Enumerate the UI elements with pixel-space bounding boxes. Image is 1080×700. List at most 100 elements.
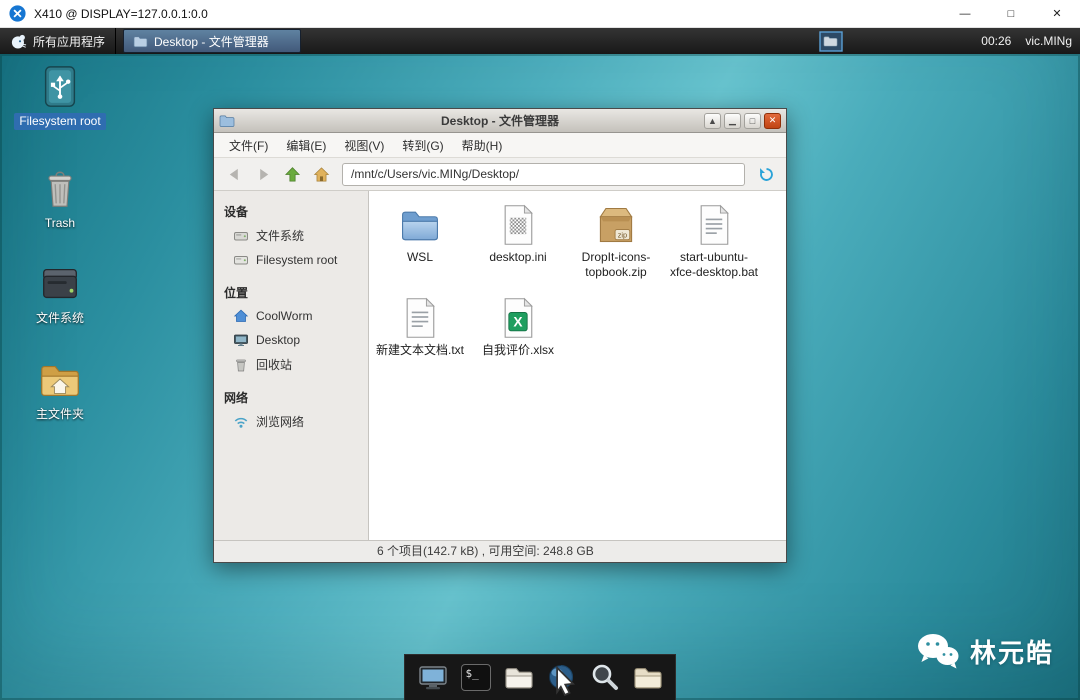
- file-item-desktop-ini[interactable]: desktop.ini: [469, 199, 567, 284]
- toolbar: [214, 158, 786, 191]
- file-item-start-bat[interactable]: start-ubuntu-xfce-desktop.bat: [665, 199, 763, 284]
- text-file-icon: [398, 296, 442, 340]
- home-icon: [233, 308, 249, 324]
- menu-file[interactable]: 文件(F): [220, 134, 277, 157]
- config-file-icon: [496, 203, 540, 247]
- terminal-icon: $_: [460, 664, 491, 691]
- back-button[interactable]: [221, 162, 247, 187]
- script-file-icon: [692, 203, 736, 247]
- desktop-icon-filesystem-root[interactable]: Filesystem root: [14, 64, 106, 130]
- spreadsheet-icon: X: [496, 296, 540, 340]
- xfce-top-panel: 所有应用程序 Desktop - 文件管理器 00:26 vic.MINg: [0, 28, 1080, 54]
- mouse-cursor-icon: [555, 665, 575, 696]
- zip-badge-text: zip: [618, 230, 627, 239]
- home-button[interactable]: [308, 162, 334, 187]
- wechat-icon: [916, 632, 960, 670]
- file-list[interactable]: WSL desktop.ini zip DropIt-icons-topbook…: [369, 191, 786, 540]
- x410-logo-icon: [9, 5, 26, 22]
- folder-icon: [504, 667, 533, 688]
- file-item-xlsx[interactable]: X 自我评价.xlsx: [469, 292, 567, 362]
- desktop-icon-home-folder[interactable]: 主文件夹: [14, 357, 106, 423]
- show-desktop-button[interactable]: [415, 660, 451, 696]
- sidebar-item-trash[interactable]: 回收站: [214, 352, 368, 377]
- folder-icon: [633, 667, 662, 688]
- sidebar-header-places: 位置: [224, 286, 249, 300]
- status-bar: 6 个项目(142.7 kB) , 可用空间: 248.8 GB: [214, 540, 786, 562]
- refresh-button[interactable]: [753, 162, 779, 187]
- desktop-monitor-icon: [233, 332, 249, 348]
- desktop-icon-label: Trash: [44, 216, 76, 230]
- window-titlebar[interactable]: Desktop - 文件管理器 ▲ ▁ □ ✕: [214, 109, 786, 133]
- files-button[interactable]: [630, 660, 666, 696]
- close-button[interactable]: ✕: [1034, 0, 1080, 27]
- sidebar-item-desktop[interactable]: Desktop: [214, 328, 368, 352]
- watermark-name: 林元皓: [969, 637, 1054, 668]
- desktop-icon-label: Filesystem root: [14, 113, 106, 130]
- sidebar-item-file-system[interactable]: 文件系统: [214, 223, 368, 248]
- screen: X410 @ DISPLAY=127.0.0.1:0.0 — □ ✕ 所有应用程…: [0, 0, 1080, 700]
- menu-go[interactable]: 转到(G): [393, 134, 452, 157]
- x410-window-controls: — □ ✕: [942, 0, 1080, 27]
- trash-icon: [233, 357, 249, 373]
- network-wifi-icon: [233, 414, 249, 430]
- forward-button[interactable]: [250, 162, 276, 187]
- desktop-icon-label: 文件系统: [35, 311, 84, 325]
- file-manager-button[interactable]: [501, 660, 537, 696]
- forward-arrow-icon: [259, 168, 268, 180]
- window-title: Desktop - 文件管理器: [440, 114, 559, 128]
- file-item-dropit-zip[interactable]: zip DropIt-icons-topbook.zip: [567, 199, 665, 284]
- file-item-new-text-doc[interactable]: 新建文本文档.txt: [371, 292, 469, 362]
- menu-view[interactable]: 视图(V): [335, 134, 393, 157]
- home-icon: [313, 166, 329, 181]
- panel-username: vic.MINg: [1025, 34, 1072, 48]
- web-browser-button[interactable]: [544, 660, 580, 696]
- menu-bar: 文件(F) 编辑(E) 视图(V) 转到(G) 帮助(H): [214, 133, 786, 158]
- sidebar-item-filesystem-root[interactable]: Filesystem root: [214, 248, 368, 272]
- taskbar-window-label: Desktop - 文件管理器: [154, 34, 269, 49]
- sidebar-header-network: 网络: [224, 391, 249, 405]
- back-arrow-icon: [229, 168, 238, 180]
- applications-menu-label: 所有应用程序: [33, 34, 106, 49]
- terminal-prompt-glyph: $_: [465, 667, 479, 680]
- close-button[interactable]: ✕: [764, 112, 781, 129]
- xlsx-letter-text: X: [513, 315, 523, 330]
- window-content: 设备 文件系统 Filesystem root 位置 CoolWorm Desk…: [214, 191, 786, 540]
- up-button[interactable]: [279, 162, 305, 187]
- desktop-icon-file-system[interactable]: 文件系统: [14, 261, 106, 327]
- taskbar-window-button[interactable]: Desktop - 文件管理器: [123, 29, 302, 53]
- folder-icon: [398, 203, 442, 247]
- folder-icon: [219, 114, 235, 128]
- panel-right-area: 00:26 vic.MINg: [819, 28, 1080, 54]
- watermark: 林元皓: [916, 632, 1054, 670]
- path-input[interactable]: [342, 162, 745, 186]
- minimize-button[interactable]: —: [942, 0, 988, 27]
- maximize-button[interactable]: □: [988, 0, 1034, 27]
- sidebar-item-browse-network[interactable]: 浏览网络: [214, 409, 368, 434]
- minimize-button[interactable]: ▁: [724, 112, 741, 129]
- home-folder-icon: [37, 357, 83, 403]
- rollup-button[interactable]: ▲: [704, 112, 721, 129]
- sidebar: 设备 文件系统 Filesystem root 位置 CoolWorm Desk…: [214, 191, 369, 540]
- menu-edit[interactable]: 编辑(E): [277, 134, 335, 157]
- desktop-icon-label: 主文件夹: [35, 407, 84, 421]
- tray-file-manager-icon[interactable]: [819, 30, 843, 52]
- monitor-icon: [418, 665, 447, 689]
- terminal-button[interactable]: $_: [458, 660, 494, 696]
- desktop-icon-trash[interactable]: Trash: [14, 166, 106, 232]
- menu-help[interactable]: 帮助(H): [453, 134, 512, 157]
- folder-icon: [133, 35, 148, 48]
- file-item-wsl[interactable]: WSL: [371, 199, 469, 284]
- panel-clock[interactable]: 00:26: [981, 34, 1011, 48]
- applications-menu-button[interactable]: 所有应用程序: [0, 28, 117, 54]
- maximize-button[interactable]: □: [744, 112, 761, 129]
- sidebar-item-coolworm[interactable]: CoolWorm: [214, 304, 368, 328]
- sidebar-header-devices: 设备: [224, 205, 249, 219]
- window-controls: ▲ ▁ □ ✕: [704, 112, 781, 129]
- trash-can-icon: [37, 166, 83, 212]
- refresh-icon: [759, 167, 773, 181]
- magnifier-icon: [592, 664, 618, 690]
- x410-window-title: X410 @ DISPLAY=127.0.0.1:0.0: [34, 6, 208, 21]
- up-arrow-icon: [284, 166, 300, 181]
- search-button[interactable]: [587, 660, 623, 696]
- hard-disk-icon: [37, 261, 83, 307]
